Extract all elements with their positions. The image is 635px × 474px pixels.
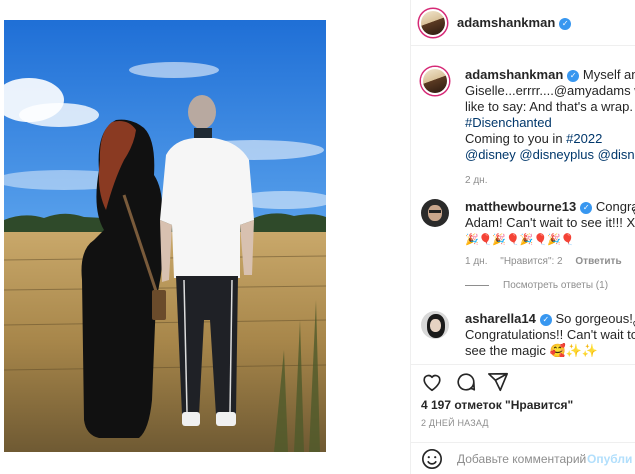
comment-author[interactable]: matthewbourne13 bbox=[465, 199, 576, 214]
caption-text: adamshankman ✓ Myself and Giselle...errrr… bbox=[465, 67, 635, 163]
paper-plane-icon[interactable] bbox=[487, 371, 509, 393]
heart-icon[interactable] bbox=[421, 371, 443, 393]
caption-meta: 2 дн. bbox=[465, 175, 635, 186]
add-comment-bar: Опубли bbox=[411, 442, 635, 474]
author-avatar[interactable] bbox=[419, 8, 447, 37]
verified-badge-icon: ✓ bbox=[580, 201, 593, 214]
view-replies-divider bbox=[465, 285, 489, 286]
likes-count[interactable]: 4 197 отметок "Нравится" bbox=[421, 398, 573, 412]
comment-author[interactable]: asharella14 bbox=[465, 311, 536, 326]
comment-author-avatar[interactable] bbox=[421, 311, 449, 339]
caption-line1: Myself and bbox=[582, 67, 635, 82]
post-photo-image bbox=[4, 20, 326, 452]
verified-badge-icon: ✓ bbox=[559, 17, 572, 30]
post-side-panel: adamshankman ✓ adamshankman ✓ Myself and G… bbox=[410, 0, 635, 474]
post-actions-bar bbox=[411, 364, 635, 398]
comment-emoji-line: 🎉🎈🎉🎈🎉🎈🎉🎈 bbox=[465, 234, 575, 246]
caption-author[interactable]: adamshankman bbox=[465, 67, 563, 82]
comment-time[interactable]: 1 дн. bbox=[465, 256, 487, 267]
author-username-text[interactable]: adamshankman bbox=[457, 15, 555, 30]
hashtag-disenchanted[interactable]: #Disenchanted bbox=[465, 115, 552, 130]
view-replies-label[interactable]: Посмотреть ответы (1) bbox=[503, 280, 608, 291]
hashtag-2022[interactable]: #2022 bbox=[566, 131, 602, 146]
caption-mentions[interactable]: @disney @disneyplus @disneystu bbox=[465, 147, 635, 162]
comment-author-avatar[interactable] bbox=[421, 199, 449, 227]
caption-comment: adamshankman ✓ Myself and Giselle...errrr… bbox=[421, 67, 635, 186]
post-date[interactable]: 2 ДНЕЙ НАЗАД bbox=[421, 418, 489, 428]
comment-line1: Congrats bbox=[595, 199, 635, 214]
post-comment-button[interactable]: Опубли bbox=[587, 452, 632, 466]
add-comment-input[interactable] bbox=[457, 451, 587, 466]
verified-badge-icon: ✓ bbox=[567, 69, 580, 82]
post-header: adamshankman ✓ bbox=[411, 0, 635, 46]
caption-time[interactable]: 2 дн. bbox=[465, 175, 487, 186]
smiley-icon[interactable] bbox=[421, 448, 443, 470]
comment-item: matthewbourne13 ✓ Congrats Adam! Can't wa… bbox=[421, 199, 635, 267]
reply-button[interactable]: Ответить bbox=[575, 256, 621, 267]
comment-line2: Adam! Can't wait to see it!!! Xxx bbox=[465, 215, 635, 230]
comment-line1: So gorgeous! bbox=[555, 311, 633, 326]
comment-text: matthewbourne13 ✓ Congrats Adam! Can't wa… bbox=[465, 199, 635, 248]
caption-line3: like to say: And that's a wrap. bbox=[465, 99, 633, 114]
comment-item: asharella14 ✓ So gorgeous! Congratulation… bbox=[421, 311, 635, 357]
comments-list: adamshankman ✓ Myself and Giselle...errrr… bbox=[411, 47, 635, 357]
comment-meta: 1 дн. "Нравится": 2 Ответить bbox=[465, 256, 635, 267]
post-media-pane bbox=[0, 0, 330, 474]
comment-text: asharella14 ✓ So gorgeous! Congratulation… bbox=[465, 311, 635, 357]
verified-badge-icon: ✓ bbox=[539, 313, 552, 326]
comment-bubble-icon[interactable] bbox=[455, 371, 477, 393]
view-replies-button[interactable]: Посмотреть ответы (1) bbox=[465, 280, 608, 291]
comment-line2: Congratulations!! Can't wait to bbox=[465, 327, 635, 342]
caption-line5: Coming to you in bbox=[465, 131, 567, 146]
post-photo[interactable] bbox=[4, 20, 326, 452]
caption-line2: Giselle...errrr....@amyadams would bbox=[465, 83, 635, 98]
comment-likes[interactable]: "Нравится": 2 bbox=[500, 256, 562, 267]
comment-line3: see the magic 🥰✨✨ bbox=[465, 343, 599, 357]
caption-author-avatar[interactable] bbox=[421, 67, 449, 95]
author-username[interactable]: adamshankman ✓ bbox=[457, 15, 572, 30]
